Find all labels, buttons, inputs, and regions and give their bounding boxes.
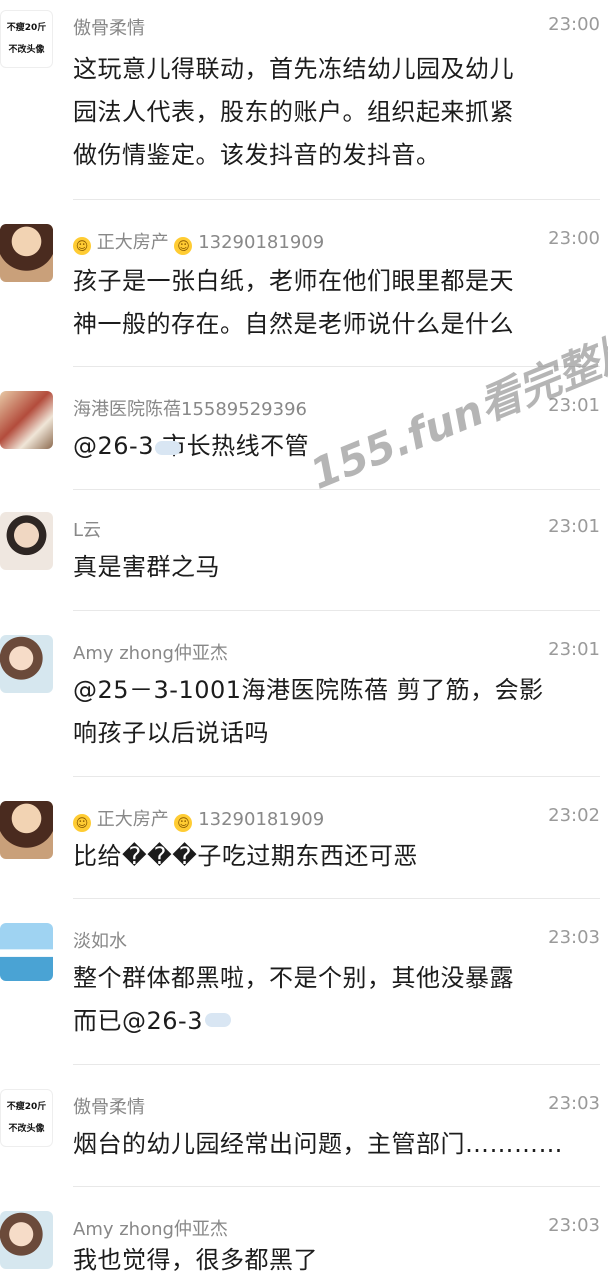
divider: [73, 1186, 600, 1187]
avatar[interactable]: [0, 923, 53, 981]
divider: [73, 898, 600, 899]
text-line: @25－3-1001海港医院陈蓓 剪了筋，会影: [73, 676, 544, 704]
timestamp: 23:02: [548, 805, 600, 826]
text-line: 园法人代表，股东的账户。组织起来抓紧: [73, 98, 514, 126]
name-text: 正大房产: [96, 232, 169, 253]
timestamp: 23:01: [548, 516, 600, 537]
text-line: 响孩子以后说话吗: [73, 719, 269, 747]
text-span: @26-3 市长热线不管: [73, 432, 310, 460]
avatar[interactable]: [0, 391, 53, 449]
text-line: 比给���子吃过期东西还可恶: [73, 842, 418, 870]
sender-name[interactable]: ☺ 正大房产 ☺ 13290181909: [73, 805, 324, 832]
sender-name[interactable]: L云: [73, 516, 101, 542]
timestamp: 23:01: [548, 639, 600, 660]
phone-text: 13290181909: [198, 809, 325, 830]
timestamp: 23:03: [548, 927, 600, 948]
sender-name[interactable]: 傲骨柔情: [73, 1093, 145, 1119]
cloud-emoji-icon: [204, 1013, 231, 1027]
sender-name[interactable]: 傲骨柔情: [73, 14, 145, 40]
message-text: 真是害群之马: [73, 546, 600, 589]
avatar[interactable]: 不瘦20斤 不改头像: [0, 10, 53, 68]
text-line: 真是害群之马: [73, 553, 220, 581]
timestamp: 23:03: [548, 1215, 600, 1236]
message-text: 这玩意儿得联动，首先冻结幼儿园及幼儿 园法人代表，股东的账户。组织起来抓紧 做伤…: [73, 48, 600, 177]
text-line: 孩子是一张白纸，老师在他们眼里都是天: [73, 267, 514, 295]
sender-name[interactable]: Amy zhong仲亚杰: [73, 1215, 228, 1241]
message-text: 比给���子吃过期东西还可恶: [73, 835, 600, 878]
avatar[interactable]: [0, 512, 53, 570]
timestamp: 23:03: [548, 1093, 600, 1114]
timestamp: 23:00: [548, 14, 600, 35]
smile-emoji-icon: ☺: [73, 814, 91, 832]
avatar-text: 不瘦20斤: [6, 1102, 47, 1112]
smile-emoji-icon: ☺: [174, 237, 193, 255]
message-text: 我也觉得，很多都黑了: [73, 1239, 600, 1282]
avatar-text: 不瘦20斤: [6, 23, 47, 33]
smile-emoji-icon: ☺: [73, 237, 91, 255]
avatar[interactable]: [0, 1211, 53, 1269]
divider: [73, 610, 600, 611]
name-text: 正大房产: [96, 809, 169, 830]
text-line: 而已@26-3: [73, 1000, 600, 1043]
text-line: 神一般的存在。自然是老师说什么是什么: [73, 310, 514, 338]
message-text: @25－3-1001海港医院陈蓓 剪了筋，会影 响孩子以后说话吗: [73, 669, 600, 755]
message-text: 整个群体都黑啦，不是个别，其他没暴露 而已@26-3: [73, 957, 600, 1043]
sender-name[interactable]: Amy zhong仲亚杰: [73, 639, 228, 665]
avatar[interactable]: [0, 635, 53, 693]
text-line: 烟台的幼儿园经常出问题，主管部门…………: [73, 1130, 563, 1158]
timestamp: 23:00: [548, 228, 600, 249]
avatar[interactable]: [0, 224, 53, 282]
text-span: 而已@26-3: [73, 1007, 203, 1035]
cloud-emoji-icon: [155, 441, 181, 455]
text-line: 整个群体都黑啦，不是个别，其他没暴露: [73, 964, 514, 992]
text-line: 做伤情鉴定。该发抖音的发抖音。: [73, 141, 441, 169]
divider: [73, 1064, 600, 1065]
divider: [73, 776, 600, 777]
message-text: 孩子是一张白纸，老师在他们眼里都是天 神一般的存在。自然是老师说什么是什么: [73, 260, 600, 346]
text-line: 我也觉得，很多都黑了: [73, 1246, 318, 1274]
avatar-text: 不改头像: [8, 45, 45, 55]
sender-name[interactable]: 海港医院陈蓓15589529396: [73, 395, 307, 421]
sender-name[interactable]: ☺ 正大房产 ☺ 13290181909: [73, 228, 324, 255]
smile-emoji-icon: ☺: [174, 814, 193, 832]
sender-name[interactable]: 淡如水: [73, 927, 127, 953]
phone-text: 13290181909: [198, 232, 325, 253]
message-text: 烟台的幼儿园经常出问题，主管部门…………: [73, 1123, 600, 1166]
avatar[interactable]: [0, 801, 53, 859]
avatar-text: 不改头像: [8, 1124, 45, 1134]
text-line: 这玩意儿得联动，首先冻结幼儿园及幼儿: [73, 55, 514, 83]
avatar[interactable]: 不瘦20斤 不改头像: [0, 1089, 53, 1147]
divider: [73, 199, 600, 200]
